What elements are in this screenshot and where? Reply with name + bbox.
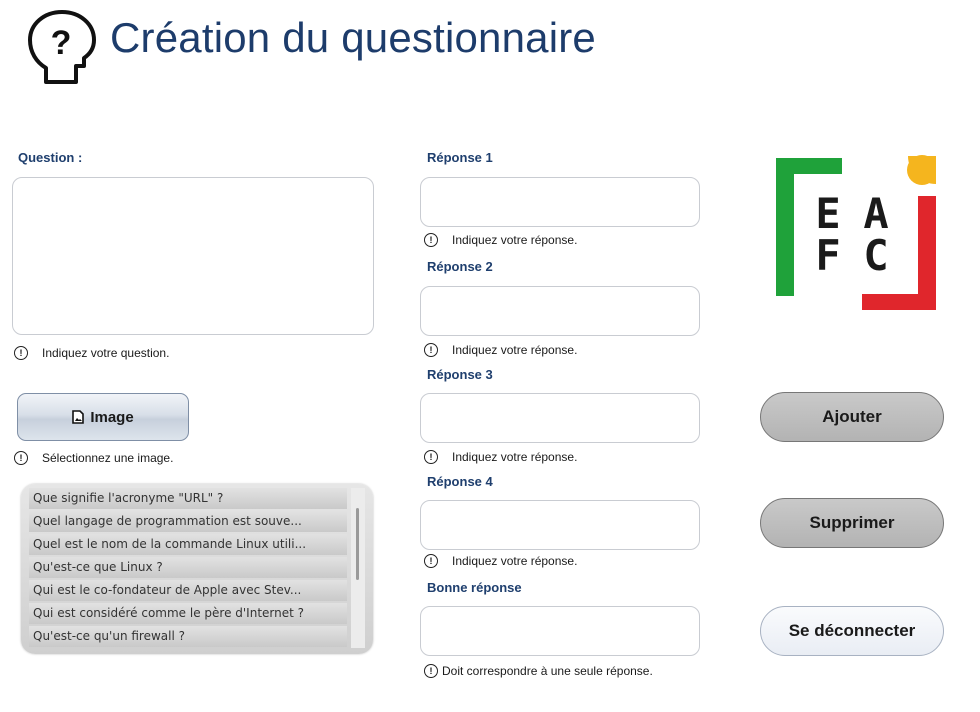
eafc-logo: E A F C [776,150,937,312]
delete-button-label: Supprimer [809,513,895,532]
answer3-hint: ! Indiquez votre réponse. [424,450,577,464]
answer1-label: Réponse 1 [427,150,493,165]
warning-icon: ! [424,450,438,464]
warning-icon: ! [424,343,438,357]
answer1-hint: ! Indiquez votre réponse. [424,233,577,247]
answer1-input[interactable] [420,177,700,227]
warning-icon: ! [14,346,28,360]
add-button-label: Ajouter [822,407,882,426]
answer2-hint: ! Indiquez votre réponse. [424,343,577,357]
svg-text:?: ? [51,24,72,62]
question-label: Question : [18,150,83,165]
logo-letter-c: C [863,231,888,280]
logo-letter-f: F [815,231,840,280]
image-hint: ! Sélectionnez une image. [14,451,173,465]
list-scrollbar[interactable] [351,488,365,648]
list-item[interactable]: Qu'est-ce que Linux ? [29,557,347,578]
answer4-input[interactable] [420,500,700,550]
image-button[interactable]: Image [17,393,189,441]
question-hint: ! Indiquez votre question. [14,346,169,360]
answer4-label: Réponse 4 [427,474,493,489]
logout-button-label: Se déconnecter [788,621,916,640]
warning-icon: ! [424,554,438,568]
page-title: Création du questionnaire [110,14,596,61]
image-button-label: Image [90,408,134,426]
correct-answer-hint-text: Doit correspondre à une seule réponse. [442,664,653,678]
answer2-hint-text: Indiquez votre réponse. [452,343,578,357]
image-file-icon [72,410,85,424]
answer1-hint-text: Indiquez votre réponse. [452,233,578,247]
warning-icon: ! [424,664,438,678]
correct-answer-hint: ! Doit correspondre à une seule réponse. [424,664,653,678]
list-item[interactable]: Quel est le nom de la commande Linux uti… [29,534,347,555]
answer4-hint: ! Indiquez votre réponse. [424,554,577,568]
warning-icon: ! [14,451,28,465]
list-item[interactable]: Qui est considéré comme le père d'Intern… [29,603,347,624]
list-item[interactable]: Qui est le co-fondateur de Apple avec St… [29,580,347,601]
list-item[interactable]: Que signifie l'acronyme "URL" ? [29,488,347,509]
logout-button[interactable]: Se déconnecter [760,606,944,656]
answer3-label: Réponse 3 [427,367,493,382]
image-hint-text: Sélectionnez une image. [42,451,174,465]
answer2-label: Réponse 2 [427,259,493,274]
head-question-icon: ? [24,8,100,88]
list-item[interactable]: Quel langage de programmation est souve.… [29,511,347,532]
answer4-hint-text: Indiquez votre réponse. [452,554,578,568]
list-item[interactable]: Qu'est-ce qu'un firewall ? [29,626,347,647]
answer2-input[interactable] [420,286,700,336]
question-textarea[interactable] [12,177,374,335]
add-button[interactable]: Ajouter [760,392,944,442]
correct-answer-label: Bonne réponse [427,580,522,595]
warning-icon: ! [424,233,438,247]
correct-answer-input[interactable] [420,606,700,656]
delete-button[interactable]: Supprimer [760,498,944,548]
answer3-hint-text: Indiquez votre réponse. [452,450,578,464]
questions-list[interactable]: Que signifie l'acronyme "URL" ? Quel lan… [21,484,373,654]
scrollbar-thumb[interactable] [356,508,359,580]
question-hint-text: Indiquez votre question. [42,346,170,360]
answer3-input[interactable] [420,393,700,443]
